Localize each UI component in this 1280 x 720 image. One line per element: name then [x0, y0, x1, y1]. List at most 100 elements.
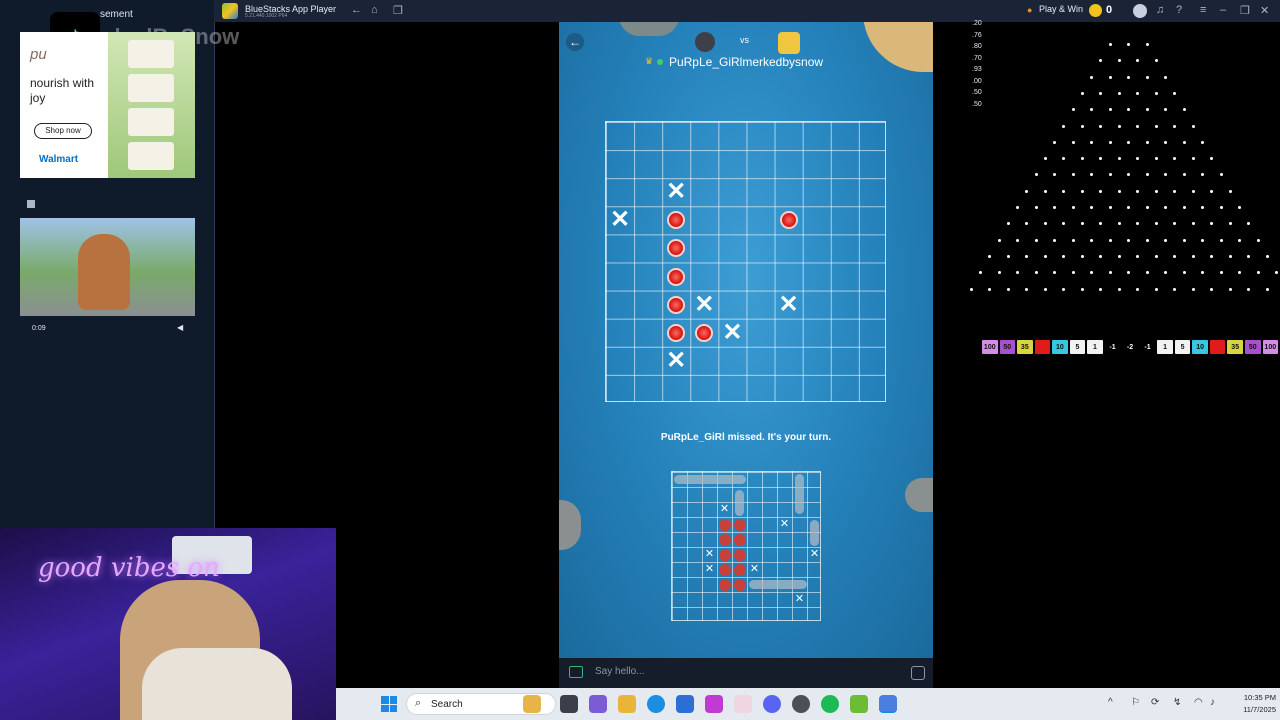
plinko-peg: [1006, 287, 1010, 291]
hit-marker: [733, 563, 746, 576]
ad-brand: pu: [30, 46, 47, 63]
plinko-peg: [1025, 287, 1029, 291]
plinko-peg: [1145, 75, 1149, 79]
opponent-avatar: [778, 32, 800, 54]
chat-icon[interactable]: [569, 666, 583, 678]
plinko-peg: [1080, 124, 1084, 128]
tray-icon[interactable]: ⟳: [1151, 697, 1159, 708]
tray-icon[interactable]: ↯: [1173, 697, 1181, 708]
plinko-peg: [1256, 238, 1260, 242]
chat-input[interactable]: Say hello...: [595, 666, 644, 677]
wifi-icon[interactable]: ◠: [1194, 697, 1203, 708]
edge-icon[interactable]: [647, 695, 665, 713]
plinko-peg: [1136, 189, 1140, 193]
play-and-win-button[interactable]: Play & Win: [1039, 4, 1083, 14]
miss-marker: ✕: [694, 290, 715, 318]
product-pouch: [128, 74, 174, 102]
plinko-peg: [1071, 238, 1075, 242]
volume-icon[interactable]: ♪: [1210, 697, 1215, 708]
plinko-peg: [1136, 91, 1140, 95]
plinko-peg: [1154, 254, 1158, 258]
battleship-game: ← vs ♛ PuRpLe_GiRlmerkedbysnow ✕ ✕ ✕ ✕ ✕ ✕ Pu…: [559, 22, 933, 658]
clock-time[interactable]: 10:35 PM: [1236, 693, 1276, 702]
chevron-up-icon[interactable]: ^: [1108, 697, 1113, 708]
plinko-bucket: 50: [999, 340, 1016, 354]
app-icon[interactable]: [589, 695, 607, 713]
plinko-bucket: 35: [1227, 340, 1243, 354]
restore-icon[interactable]: ❐: [1240, 4, 1250, 17]
webcam-feed: good vibes on: [0, 528, 336, 720]
close-icon[interactable]: ✕: [1260, 4, 1269, 17]
game-back-button[interactable]: ←: [566, 33, 584, 51]
minimize-icon[interactable]: –: [1220, 4, 1226, 16]
hit-marker: [718, 518, 731, 531]
plinko-board: [969, 22, 1280, 362]
task-view-icon[interactable]: [560, 695, 578, 713]
plinko-peg: [1016, 206, 1019, 209]
plinko-bucket: 5: [1069, 340, 1086, 354]
plinko-peg: [1034, 271, 1038, 275]
plinko-peg: [988, 254, 992, 258]
caption-icon: [27, 200, 35, 208]
store-icon[interactable]: [676, 695, 694, 713]
tray-icon[interactable]: ⚐: [1131, 697, 1140, 708]
plinko-bucket: 10: [1192, 340, 1208, 354]
rock-decoration: [905, 478, 933, 512]
video-ad[interactable]: 0:09 ◀: [20, 196, 195, 338]
plinko-peg: [1034, 173, 1038, 177]
plinko-peg: [1191, 124, 1195, 128]
video-thumbnail[interactable]: [20, 218, 195, 316]
plinko-peg: [1043, 254, 1047, 258]
target-grid[interactable]: ✕ ✕ ✕ ✕ ✕ ✕: [605, 121, 886, 402]
vs-label: vs: [740, 35, 749, 45]
plinko-peg: [1099, 189, 1103, 193]
file-explorer-icon[interactable]: [618, 695, 636, 713]
plinko-peg: [1173, 124, 1177, 128]
spotify-icon[interactable]: [821, 695, 839, 713]
player-name: merkedbysnow: [742, 55, 824, 69]
help-icon[interactable]: ?: [1176, 4, 1182, 16]
menu-icon[interactable]: ≡: [1200, 4, 1206, 16]
plinko-peg: [1201, 206, 1204, 209]
shop-now-button[interactable]: Shop now: [34, 123, 92, 139]
copilot-icon[interactable]: [705, 695, 723, 713]
plinko-peg: [1108, 140, 1112, 144]
bluestacks-taskbar-icon[interactable]: [879, 695, 897, 713]
plinko-peg: [1164, 238, 1167, 242]
hit-marker: [662, 234, 690, 262]
miss-marker: ✕: [704, 563, 715, 575]
sticker-icon[interactable]: [911, 666, 925, 680]
plinko-peg: [1173, 157, 1177, 161]
plinko-peg: [1071, 173, 1075, 177]
app-icon[interactable]: [734, 695, 752, 713]
profile-avatar[interactable]: [1133, 4, 1147, 18]
home-icon[interactable]: ⌂: [371, 4, 378, 16]
plinko-peg: [1210, 254, 1214, 258]
plinko-peg: [1016, 238, 1019, 242]
obs-icon[interactable]: [792, 695, 810, 713]
hit-marker: [733, 548, 746, 561]
plinko-peg: [1145, 173, 1149, 177]
widgets-icon[interactable]: [523, 695, 541, 713]
plinko-peg: [1117, 91, 1121, 95]
plinko-peg: [1090, 173, 1093, 177]
discord-icon[interactable]: [763, 695, 781, 713]
plinko-peg: [1164, 206, 1167, 209]
plinko-peg: [1238, 238, 1241, 242]
recent-apps-icon[interactable]: ❐: [393, 4, 403, 17]
plinko-peg: [969, 287, 973, 291]
player-avatar: [695, 32, 715, 52]
plinko-peg: [1127, 238, 1130, 242]
plinko-peg: [1265, 287, 1269, 291]
clock-date[interactable]: 11/7/2025: [1224, 705, 1276, 714]
back-icon[interactable]: ←: [351, 4, 362, 16]
windows-start-icon[interactable]: [381, 696, 397, 712]
plinko-peg: [1034, 238, 1038, 242]
ship: [810, 520, 819, 546]
app-icon[interactable]: [850, 695, 868, 713]
plinko-peg: [1219, 238, 1223, 242]
ad-card[interactable]: pu nourish with joy Shop now Walmart: [20, 32, 195, 178]
plinko-peg: [1080, 222, 1084, 226]
hit-marker: [662, 206, 690, 234]
volume-icon[interactable]: ◀: [177, 323, 183, 332]
